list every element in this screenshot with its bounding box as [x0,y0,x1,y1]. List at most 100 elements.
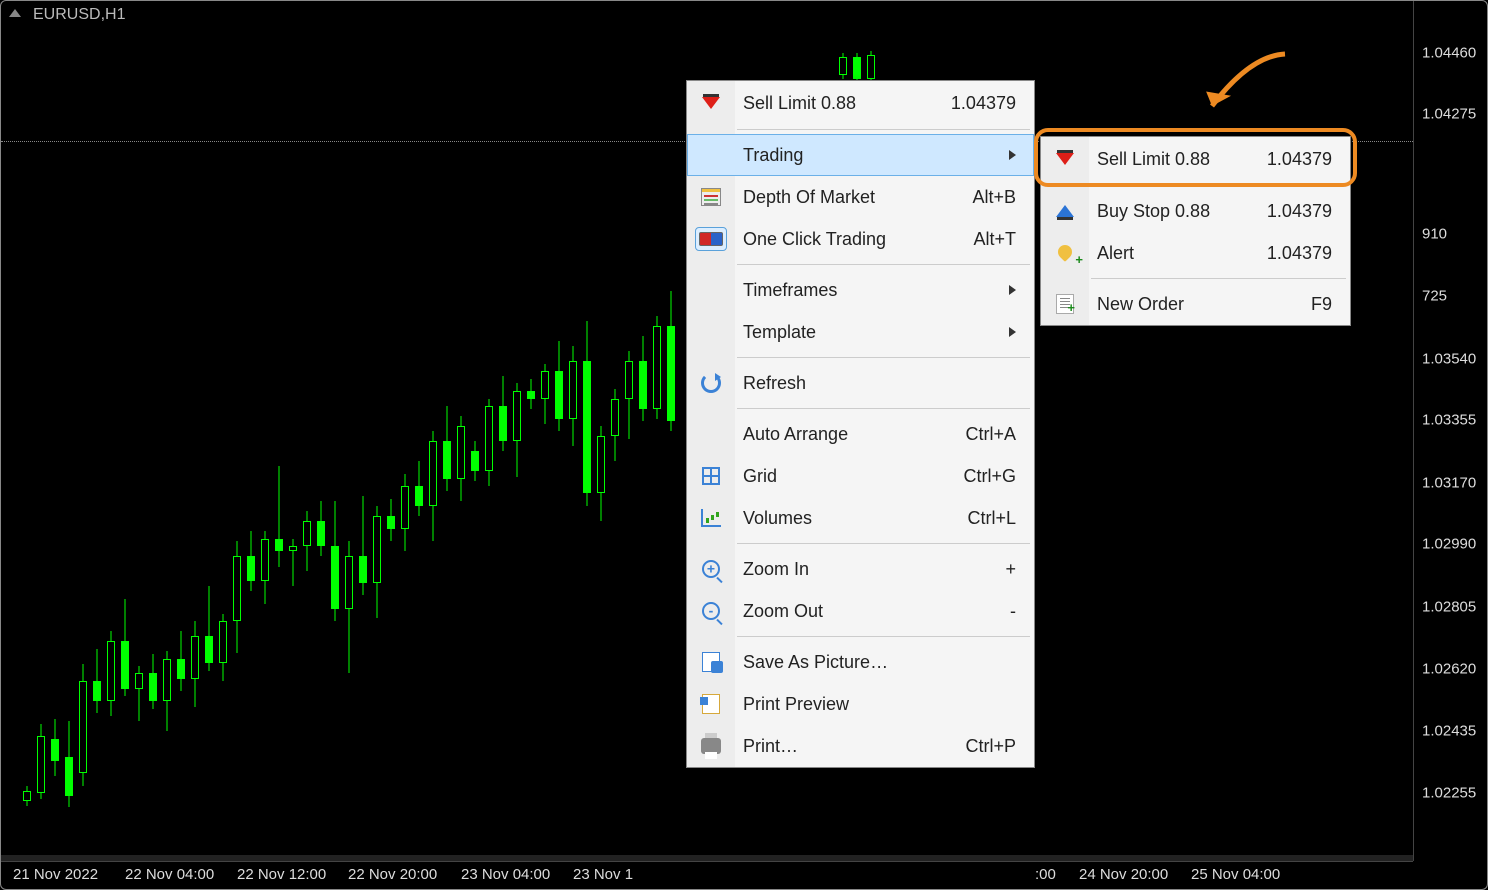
menu-separator [1041,181,1350,190]
menu-label: Save As Picture… [743,652,1016,673]
menu-separator [1041,274,1350,283]
print-preview-icon [695,692,727,716]
menu-shortcut: F9 [1311,294,1332,315]
sell-arrow-icon [1049,147,1081,171]
buy-arrow-icon [1049,199,1081,223]
menu-label: Print Preview [743,694,1016,715]
menu-label: Sell Limit 0.88 [1097,149,1231,170]
menu-zoom-in[interactable]: + Zoom In + [687,548,1034,590]
zoom-in-icon: + [695,557,727,581]
menu-zoom-out[interactable]: - Zoom Out - [687,590,1034,632]
arrow-annotation [1190,48,1300,138]
menu-separator [687,539,1034,548]
menu-shortcut: Ctrl+G [963,466,1016,487]
depth-of-market-icon [695,185,727,209]
menu-shortcut: Ctrl+P [965,736,1016,757]
price-tick: 1.03355 [1422,412,1476,429]
menu-separator [687,404,1034,413]
menu-separator [687,632,1034,641]
time-scale[interactable]: 21 Nov 2022 22 Nov 04:00 22 Nov 12:00 22 No… [1,861,1413,889]
menu-grid[interactable]: Grid Ctrl+G [687,455,1034,497]
menu-save-as-picture[interactable]: Save As Picture… [687,641,1034,683]
menu-value: 1.04379 [1267,243,1332,264]
sell-arrow-icon [695,91,727,115]
zoom-out-icon: - [695,599,727,623]
menu-shortcut: Alt+B [972,187,1016,208]
menu-shortcut: Alt+T [973,229,1016,250]
submenu-alert[interactable]: + Alert 1.04379 [1041,232,1350,274]
price-tick: 1.04460 [1422,45,1476,62]
menu-timeframes[interactable]: Timeframes [687,269,1034,311]
menu-separator [687,353,1034,362]
new-order-icon: + [1049,292,1081,316]
time-tick: 24 Nov 20:00 [1079,866,1168,883]
menu-volumes[interactable]: Volumes Ctrl+L [687,497,1034,539]
menu-label: Volumes [743,508,931,529]
trading-submenu: Sell Limit 0.88 1.04379 Buy Stop 0.88 1.… [1040,136,1351,326]
menu-label: Sell Limit 0.88 [743,93,915,114]
price-tick: 1.02990 [1422,536,1476,553]
menu-label: Template [743,322,985,343]
menu-value: 1.04379 [1267,149,1332,170]
price-tick: 910 [1422,226,1447,243]
time-tick: :00 [1035,866,1056,883]
menu-label: One Click Trading [743,229,937,250]
submenu-new-order[interactable]: + New Order F9 [1041,283,1350,325]
refresh-icon [695,371,727,395]
print-icon [695,734,727,758]
one-click-trading-icon [695,227,727,251]
price-tick: 1.03540 [1422,351,1476,368]
price-tick: 1.02255 [1422,785,1476,802]
menu-auactions-democrat[interactable]: Auto Arrange Ctrl+A [687,413,1034,455]
menu-label: Zoom In [743,559,969,580]
menu-label: Refresh [743,373,1016,394]
menu-one-click-trading[interactable]: One Click Trading Alt+T [687,218,1034,260]
context-menu: Sell Limit 0.88 1.04379 Trading Depth Of… [686,80,1035,768]
menu-label: Print… [743,736,929,757]
price-tick: 725 [1422,288,1447,305]
menu-value: 1.04379 [951,93,1016,114]
price-tick: 1.02435 [1422,723,1476,740]
time-tick: 22 Nov 12:00 [237,866,326,883]
menu-sell-limit[interactable]: Sell Limit 0.88 1.04379 [687,81,1034,125]
menu-separator [687,125,1034,134]
menu-label: Trading [743,145,985,166]
menu-shortcut: + [1005,559,1016,580]
menu-label: Zoom Out [743,601,974,622]
price-scale[interactable]: 1.04460 1.04275 910 725 1.03540 1.03355 1.0317… [1413,1,1487,861]
volumes-icon [695,506,727,530]
menu-shortcut: - [1010,601,1016,622]
submenu-buy-stop[interactable]: Buy Stop 0.88 1.04379 [1041,190,1350,232]
menu-print[interactable]: Print… Ctrl+P [687,725,1034,767]
price-tick: 1.02805 [1422,599,1476,616]
time-tick: 22 Nov 20:00 [348,866,437,883]
menu-depth-of-market[interactable]: Depth Of Market Alt+B [687,176,1034,218]
price-tick: 1.04275 [1422,106,1476,123]
time-tick: 21 Nov 2022 [13,866,98,883]
submenu-arrow-icon [1009,150,1016,160]
menu-print-preview[interactable]: Print Preview [687,683,1034,725]
menu-label: Alert [1097,243,1231,264]
submenu-arrow-icon [1009,285,1016,295]
menu-value: 1.04379 [1267,201,1332,222]
time-tick: 23 Nov 1 [573,866,633,883]
submenu-arrow-icon [1009,327,1016,337]
menu-shortcut: Ctrl+L [967,508,1016,529]
menu-label: Grid [743,466,927,487]
menu-separator [687,260,1034,269]
menu-template[interactable]: Template [687,311,1034,353]
save-picture-icon [695,650,727,674]
menu-label: New Order [1097,294,1275,315]
menu-label: Depth Of Market [743,187,936,208]
menu-shortcut: Ctrl+A [965,424,1016,445]
menu-trading[interactable]: Trading [687,134,1034,176]
time-tick: 22 Nov 04:00 [125,866,214,883]
time-tick: 23 Nov 04:00 [461,866,550,883]
submenu-sell-limit[interactable]: Sell Limit 0.88 1.04379 [1041,137,1350,181]
menu-refresh[interactable]: Refresh [687,362,1034,404]
menu-label: Timeframes [743,280,985,301]
grid-icon [695,464,727,488]
alert-icon: + [1049,241,1081,265]
price-tick: 1.03170 [1422,475,1476,492]
time-tick: 25 Nov 04:00 [1191,866,1280,883]
